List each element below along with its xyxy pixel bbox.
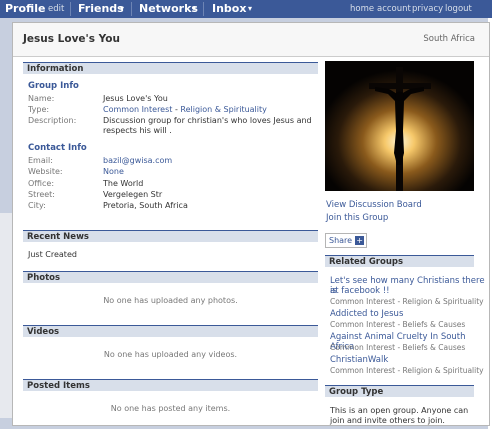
nav-inbox[interactable]: Inbox	[212, 0, 246, 18]
related-group-category: Common Interest - Religion & Spiritualit…	[330, 366, 484, 375]
photos-empty-message: No one has uploaded any photos.	[103, 296, 238, 305]
posted-items-section-header[interactable]: Posted Items	[23, 379, 318, 391]
email-label: Email:	[28, 156, 53, 165]
nav-divider	[70, 2, 71, 16]
street-value: Vergelegen Str	[103, 190, 163, 199]
related-group-link[interactable]: Addicted to Jesus	[330, 309, 403, 319]
description-line-2: respects his will .	[103, 126, 172, 135]
recent-news-section-header: Recent News	[23, 230, 318, 242]
city-value: Pretoria, South Africa	[103, 201, 188, 210]
nav-friends[interactable]: Friends	[78, 0, 124, 18]
group-header: Jesus Love's You South Africa	[13, 23, 489, 57]
description-line-1: Discussion group for christian's who lov…	[103, 116, 312, 125]
type-subcategory-link[interactable]: Religion & Spirituality	[180, 105, 266, 114]
group-type-text-line-2: join and invite others to join.	[330, 416, 445, 425]
related-group-category: Common Interest - Religion & Spiritualit…	[330, 297, 484, 306]
nav-edit[interactable]: edit	[48, 0, 64, 18]
description-label: Description:	[28, 116, 77, 125]
related-group-link[interactable]: ChristianWalk	[330, 355, 388, 365]
contact-info-heading: Contact Info	[28, 143, 87, 153]
email-link[interactable]: bazil@gwisa.com	[103, 156, 172, 165]
office-value: The World	[103, 179, 144, 188]
group-page: Jesus Love's You South Africa Informatio…	[12, 22, 490, 426]
office-label: Office:	[28, 179, 55, 188]
nav-logout[interactable]: logout	[445, 0, 472, 18]
view-discussion-board-link[interactable]: View Discussion Board	[326, 200, 422, 210]
nav-account[interactable]: account	[377, 0, 411, 18]
share-button[interactable]: Share +	[325, 233, 368, 248]
nav-divider	[131, 2, 132, 16]
street-label: Street:	[28, 190, 56, 199]
nav-profile[interactable]: Profile	[5, 0, 45, 18]
inbox-menu-chevron-icon[interactable]: ▾	[248, 0, 252, 18]
type-value: Common Interest - Religion & Spiritualit…	[103, 105, 267, 114]
recent-news-text: Just Created	[28, 250, 77, 259]
networks-menu-chevron-icon[interactable]: ▾	[192, 0, 196, 18]
related-group-category: Common Interest - Beliefs & Causes	[330, 343, 466, 352]
posted-items-empty-message: No one has posted any items.	[110, 404, 231, 413]
share-plus-icon: +	[355, 236, 365, 245]
crucifix-image	[325, 61, 474, 191]
website-link[interactable]: None	[103, 167, 124, 176]
related-group-link-line-2[interactable]: at facebook !!	[330, 286, 390, 296]
group-type-section-header: Group Type	[325, 385, 474, 397]
top-nav-bar: Profile edit Friends ▾ Networks ▾ Inbox …	[0, 0, 492, 18]
related-group-category: Common Interest - Beliefs & Causes	[330, 320, 466, 329]
nav-divider	[203, 2, 204, 16]
nav-privacy[interactable]: privacy	[412, 0, 443, 18]
name-label: Name:	[28, 94, 55, 103]
type-category-link[interactable]: Common Interest	[103, 105, 172, 114]
nav-home[interactable]: home	[350, 0, 374, 18]
website-label: Website:	[28, 167, 63, 176]
join-group-link[interactable]: Join this Group	[326, 213, 388, 223]
group-info-heading: Group Info	[28, 81, 79, 91]
related-groups-section-header: Related Groups	[325, 255, 474, 267]
group-network[interactable]: South Africa	[423, 34, 475, 44]
group-type-text-line-1: This is an open group. Anyone can	[330, 406, 469, 415]
nav-networks[interactable]: Networks	[139, 0, 198, 18]
information-section-header: Information	[23, 62, 318, 74]
videos-section-header[interactable]: Videos	[23, 325, 318, 337]
group-photo[interactable]	[325, 61, 474, 191]
page-left-gutter	[0, 18, 12, 429]
videos-empty-message: No one has uploaded any videos.	[103, 350, 238, 359]
share-label: Share	[329, 236, 353, 245]
friends-menu-chevron-icon[interactable]: ▾	[120, 0, 124, 18]
page-title: Jesus Love's You	[23, 33, 120, 45]
type-label: Type:	[28, 105, 50, 114]
name-value: Jesus Love's You	[103, 94, 168, 103]
city-label: City:	[28, 201, 46, 210]
photos-section-header[interactable]: Photos	[23, 271, 318, 283]
